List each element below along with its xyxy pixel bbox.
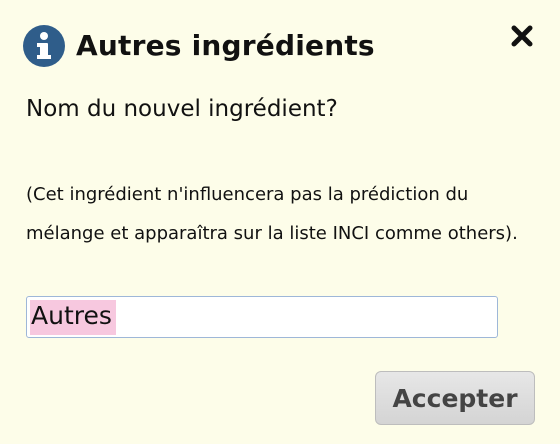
close-icon[interactable] xyxy=(508,22,536,50)
ingredient-dialog: Autres ingrédients Nom du nouvel ingrédi… xyxy=(0,0,560,444)
info-icon xyxy=(22,24,66,68)
ingredient-name-question: Nom du nouvel ingrédient? xyxy=(26,96,338,122)
dialog-title: Autres ingrédients xyxy=(76,29,375,62)
accept-button[interactable]: Accepter xyxy=(375,371,535,425)
ingredient-name-note: (Cet ingrédient n'influencera pas la pré… xyxy=(26,184,518,244)
dialog-header: Autres ingrédients xyxy=(22,24,375,68)
ingredient-name-field[interactable]: Autres xyxy=(26,296,498,338)
ingredient-name-input[interactable] xyxy=(29,299,495,335)
